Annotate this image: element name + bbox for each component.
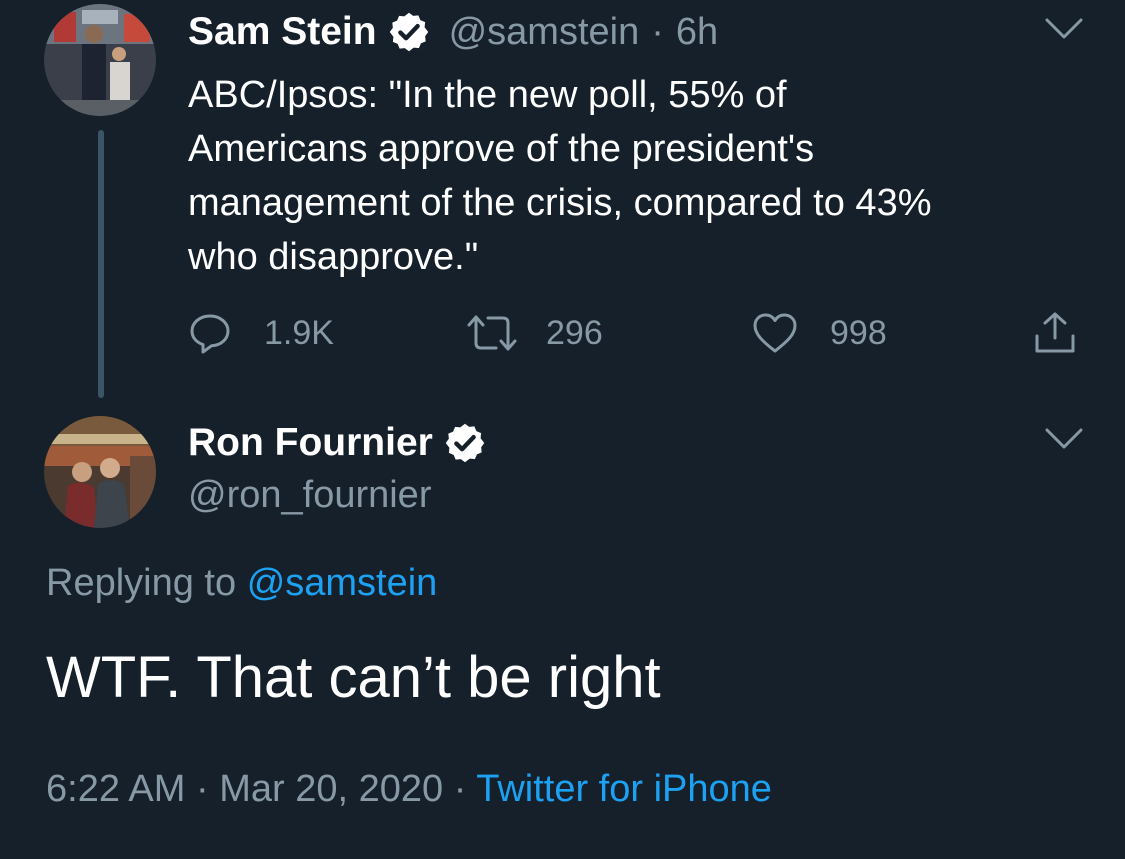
parent-tweet-text: ABC/Ipsos: "In the new poll, 55% of Amer… <box>188 68 1088 284</box>
tweet-action-bar: 1.9K 296 998 <box>188 308 1088 358</box>
meta-separator: · <box>651 10 664 53</box>
replying-to-label: Replying to <box>46 562 237 604</box>
share-icon <box>1035 312 1075 353</box>
reply-button[interactable]: 1.9K <box>188 308 334 358</box>
replying-to-link[interactable]: @samstein <box>247 562 438 604</box>
retweet-count: 296 <box>546 313 603 352</box>
tweet-text-line: Americans approve of the president's <box>188 128 815 170</box>
tweet-text-line: ABC/Ipsos: "In the new poll, 55% of <box>188 74 787 116</box>
meta-separator: · <box>195 768 209 810</box>
reply-tweet-header: Ron Fournier <box>188 418 487 468</box>
tweet-text-line: who disapprove." <box>188 236 479 278</box>
tweet-time-ago[interactable]: 6h <box>676 11 718 54</box>
author-handle[interactable]: @ron_fournier <box>188 474 431 517</box>
heart-icon <box>753 313 797 353</box>
reply-tweet-text: WTF. That can’t be right <box>46 645 661 710</box>
retweet-button[interactable]: 296 <box>466 308 603 358</box>
avatar-image <box>44 4 156 116</box>
chevron-down-icon[interactable] <box>1044 426 1084 452</box>
verified-badge-icon <box>443 421 487 465</box>
reply-count: 1.9K <box>264 313 334 352</box>
thread-connector-line <box>98 130 104 398</box>
tweet-text-line: management of the crisis, compared to 43… <box>188 182 932 224</box>
tweet-time: 6:22 AM <box>46 768 186 810</box>
author-handle[interactable]: @samstein <box>449 11 640 54</box>
parent-tweet-header: Sam Stein @samstein · 6h <box>188 8 718 56</box>
chevron-down-icon[interactable] <box>1044 16 1084 42</box>
tweet-thread-view: Sam Stein @samstein · 6h ABC/Ipsos: "In … <box>0 0 1125 859</box>
verified-badge-icon <box>387 10 431 54</box>
avatar-image <box>44 416 156 528</box>
share-button[interactable] <box>1032 308 1078 358</box>
tweet-source-link[interactable]: Twitter for iPhone <box>476 768 772 810</box>
avatar-ron-fournier[interactable] <box>44 416 156 528</box>
author-name[interactable]: Ron Fournier <box>188 421 433 465</box>
replying-to-line: Replying to @samstein <box>46 562 437 605</box>
retweet-icon <box>467 315 517 351</box>
like-count: 998 <box>830 313 887 352</box>
author-name[interactable]: Sam Stein <box>188 10 377 54</box>
meta-separator: · <box>453 768 467 810</box>
tweet-date: Mar 20, 2020 <box>219 768 444 810</box>
comment-icon <box>190 314 230 354</box>
avatar-sam-stein[interactable] <box>44 4 156 116</box>
like-button[interactable]: 998 <box>752 308 887 358</box>
tweet-timestamp-line: 6:22 AM · Mar 20, 2020 · Twitter for iPh… <box>46 768 772 811</box>
